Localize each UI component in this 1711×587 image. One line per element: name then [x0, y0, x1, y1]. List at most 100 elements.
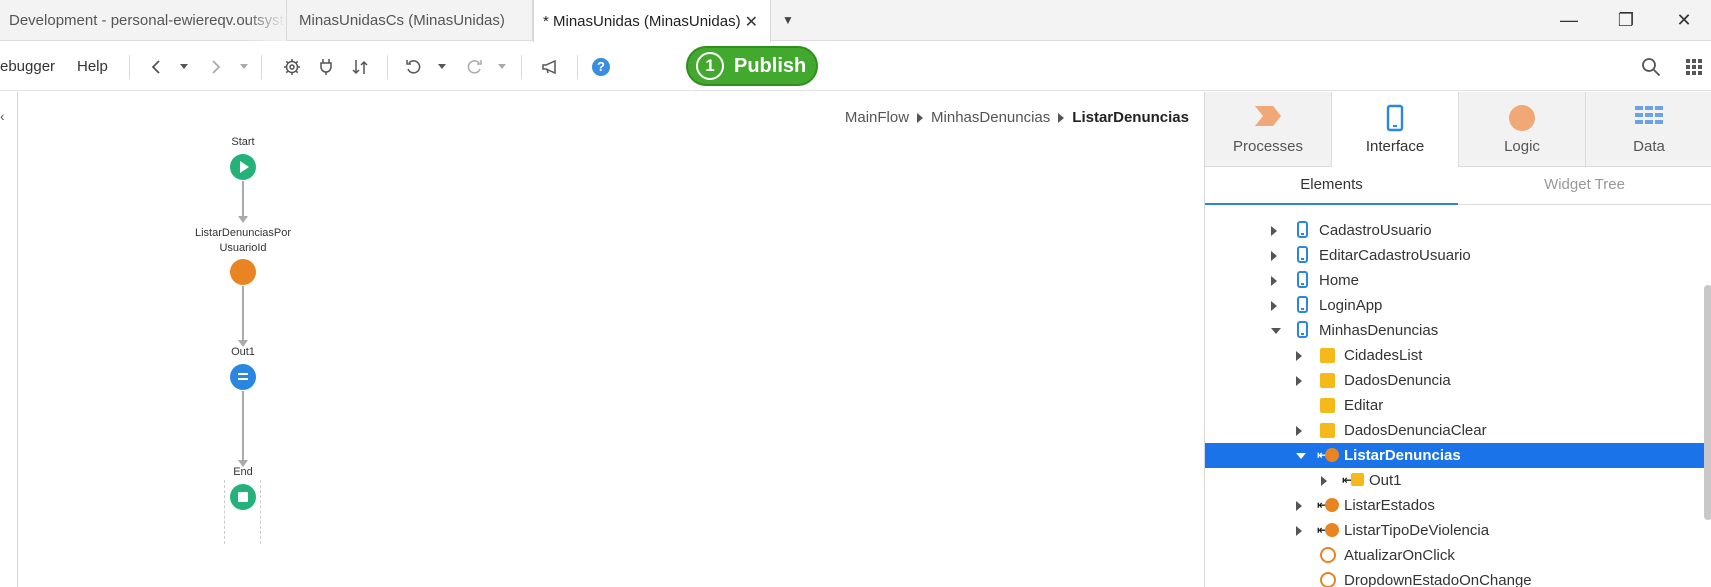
- collapse-arrow-icon[interactable]: [1296, 453, 1306, 459]
- left-pane-divider[interactable]: [17, 92, 18, 587]
- menu-help[interactable]: Help: [77, 58, 108, 75]
- close-window-button[interactable]: ✕: [1669, 6, 1699, 34]
- flow-arrowhead: [238, 216, 248, 223]
- tree-item-label: CidadesList: [1344, 347, 1423, 364]
- tree-item-home[interactable]: Home: [1205, 268, 1704, 293]
- plug-icon[interactable]: [315, 56, 337, 78]
- aggregate-node-icon[interactable]: [230, 259, 256, 285]
- tree-scrollbar[interactable]: [1704, 285, 1711, 520]
- client-action-icon: [1320, 572, 1336, 587]
- tab-label: Logic: [1504, 138, 1540, 155]
- aggregate-icon: ⇤: [1317, 522, 1339, 538]
- output-parameter-icon: ⇤: [1342, 472, 1364, 488]
- tree-item-label: Home: [1319, 272, 1360, 289]
- tab-interface[interactable]: Interface: [1332, 92, 1459, 167]
- collapse-left-pane-icon[interactable]: ‹: [0, 108, 5, 124]
- back-history-caret-icon[interactable]: [180, 64, 188, 69]
- settings-gear-icon[interactable]: [281, 56, 303, 78]
- tree-item-dropdownestadoonchange[interactable]: DropdownEstadoOnChange: [1205, 568, 1704, 587]
- expand-arrow-icon[interactable]: [1296, 376, 1302, 386]
- expand-arrow-icon[interactable]: [1271, 301, 1277, 311]
- processes-icon: [1255, 106, 1281, 126]
- tree-item-editarcadastrousuario[interactable]: EditarCadastroUsuario: [1205, 243, 1704, 268]
- tab-development[interactable]: Development - personal-ewiereqv.outsyste…: [0, 0, 287, 41]
- undo-icon[interactable]: [403, 56, 425, 78]
- search-icon[interactable]: [1640, 56, 1662, 78]
- elements-tree: CadastroUsuario EditarCadastroUsuario Home…: [1205, 206, 1704, 587]
- tree-item-listarestados[interactable]: ⇤ ListarEstados: [1205, 493, 1704, 518]
- tree-item-label: ListarDenuncias: [1344, 447, 1461, 464]
- forward-icon[interactable]: [205, 56, 227, 78]
- tree-item-dadosdenuncia[interactable]: DadosDenuncia: [1205, 368, 1704, 393]
- tree-item-atualizaronclick[interactable]: AtualizarOnClick: [1205, 543, 1704, 568]
- tree-item-label: ListarEstados: [1344, 497, 1435, 514]
- tree-item-label: DadosDenunciaClear: [1344, 422, 1487, 439]
- tab-minasunidas[interactable]: * MinasUnidas (MinasUnidas) ✕: [533, 0, 771, 42]
- flow-connector: [242, 286, 244, 342]
- publish-count-badge: 1: [696, 52, 724, 80]
- start-node-icon[interactable]: [230, 154, 256, 180]
- subtab-widget-tree[interactable]: Widget Tree: [1458, 167, 1711, 205]
- tree-item-listartipodeviolencia[interactable]: ⇤ ListarTipoDeViolencia: [1205, 518, 1704, 543]
- subtab-elements[interactable]: Elements: [1205, 167, 1458, 205]
- tree-item-label: LoginApp: [1319, 297, 1383, 314]
- end-node-icon[interactable]: [230, 484, 256, 510]
- help-icon[interactable]: ?: [590, 56, 612, 78]
- undo-history-caret-icon[interactable]: [438, 64, 446, 69]
- tree-item-label: CadastroUsuario: [1319, 222, 1432, 239]
- minimize-button[interactable]: —: [1554, 6, 1584, 34]
- tab-data[interactable]: Data: [1586, 92, 1711, 167]
- breadcrumb-mainflow[interactable]: MainFlow: [845, 109, 909, 126]
- screen-icon: [1297, 321, 1308, 338]
- tree-item-listardenuncias[interactable]: ⇤ ListarDenuncias: [1205, 443, 1704, 468]
- collapse-arrow-icon[interactable]: [1271, 328, 1281, 334]
- expand-arrow-icon[interactable]: [1296, 526, 1302, 536]
- expand-arrow-icon[interactable]: [1296, 426, 1302, 436]
- breadcrumb-minhasdenuncias[interactable]: MinhasDenuncias: [931, 109, 1050, 126]
- compare-merge-icon[interactable]: [349, 56, 371, 78]
- flow-canvas[interactable]: [0, 92, 1204, 587]
- apps-grid-icon[interactable]: [1683, 56, 1705, 78]
- tree-item-label: EditarCadastroUsuario: [1319, 247, 1471, 264]
- forward-history-caret-icon[interactable]: [240, 64, 248, 69]
- tree-item-loginapp[interactable]: LoginApp: [1205, 293, 1704, 318]
- tab-minasunidascs[interactable]: MinasUnidasCs (MinasUnidas): [287, 0, 533, 41]
- tab-logic[interactable]: Logic: [1459, 92, 1586, 167]
- expand-arrow-icon[interactable]: [1271, 251, 1277, 261]
- tree-item-cadastrousuario[interactable]: CadastroUsuario: [1205, 218, 1704, 243]
- redo-icon[interactable]: [463, 56, 485, 78]
- aggregate-label: ListarDenunciasPor UsuarioId: [183, 226, 303, 256]
- tab-bar: Development - personal-ewiereqv.outsyste…: [0, 0, 1711, 42]
- redo-history-caret-icon[interactable]: [498, 64, 506, 69]
- aggregate-label-line1: ListarDenunciasPor: [195, 227, 291, 239]
- publish-button[interactable]: 1 Publish: [686, 46, 818, 86]
- tree-item-editar[interactable]: Editar: [1205, 393, 1704, 418]
- start-label: Start: [231, 136, 255, 148]
- back-icon[interactable]: [145, 56, 167, 78]
- aggregate-icon: ⇤: [1317, 447, 1339, 463]
- tree-item-cidadeslist[interactable]: CidadesList: [1205, 343, 1704, 368]
- close-tab-icon[interactable]: ✕: [745, 12, 758, 32]
- expand-arrow-icon[interactable]: [1296, 351, 1302, 361]
- menu-debugger[interactable]: ebugger: [0, 58, 55, 75]
- tree-item-out1[interactable]: ⇤ Out1: [1205, 468, 1704, 493]
- restore-button[interactable]: ❐: [1611, 6, 1641, 34]
- tree-item-dadosdenunciaclear[interactable]: DadosDenunciaClear: [1205, 418, 1704, 443]
- tree-item-label: DropdownEstadoOnChange: [1344, 572, 1532, 587]
- expand-arrow-icon[interactable]: [1321, 476, 1327, 486]
- tab-fade: [246, 0, 286, 41]
- expand-arrow-icon[interactable]: [1296, 501, 1302, 511]
- expand-arrow-icon[interactable]: [1271, 276, 1277, 286]
- breadcrumb-current: ListarDenuncias: [1072, 109, 1189, 126]
- tab-processes[interactable]: Processes: [1205, 92, 1332, 167]
- tree-item-minhasdenuncias[interactable]: MinhasDenuncias: [1205, 318, 1704, 343]
- screen-icon: [1297, 221, 1308, 238]
- screen-icon: [1297, 271, 1308, 288]
- assign-node-icon[interactable]: [230, 364, 256, 390]
- help-circle: ?: [592, 58, 610, 76]
- flow-connector: [242, 181, 244, 218]
- breadcrumb: MainFlow MinhasDenuncias ListarDenuncias: [845, 109, 1189, 126]
- expand-arrow-icon[interactable]: [1271, 226, 1277, 236]
- megaphone-icon[interactable]: [540, 56, 562, 78]
- tab-list-dropdown-icon[interactable]: ▼: [782, 13, 794, 27]
